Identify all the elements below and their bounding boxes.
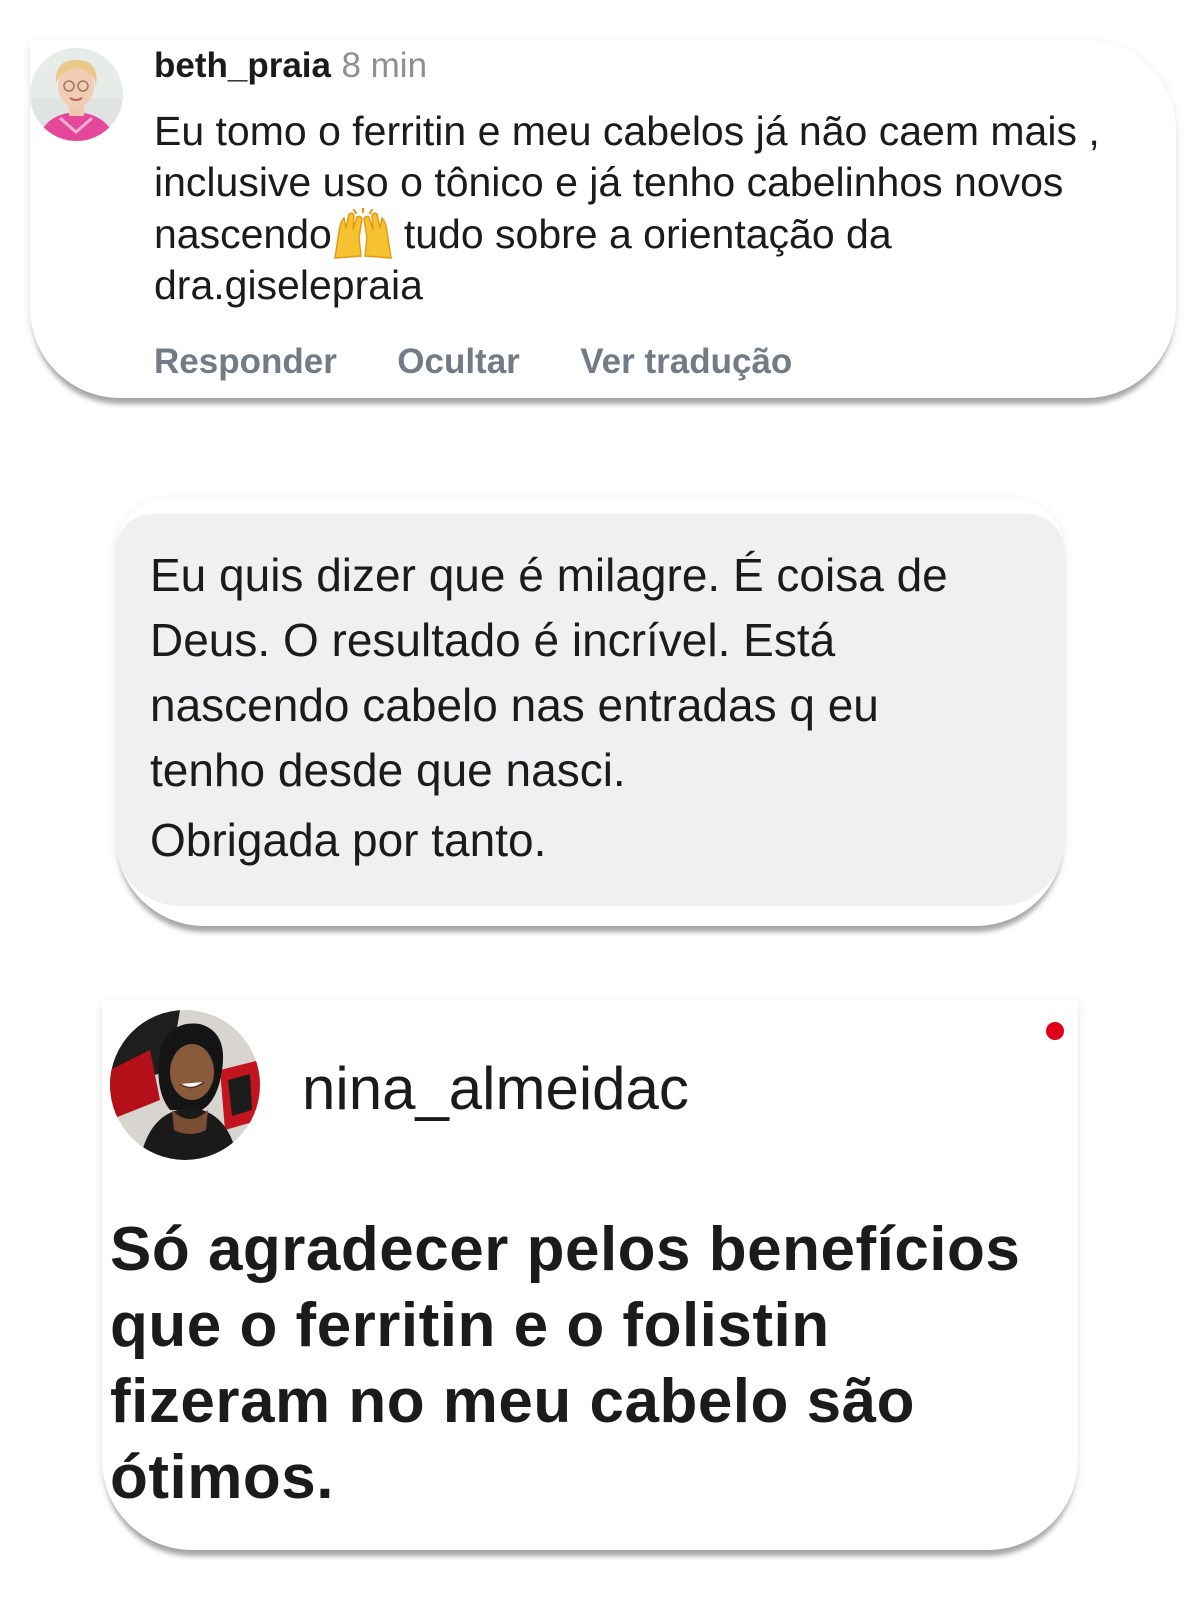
comment-actions: Responder Ocultar Ver tradução — [154, 342, 848, 382]
comment-card-nina-almeidac: nina_almeidac Só agradecer pelos benefíc… — [102, 1000, 1078, 1550]
reply-button[interactable]: Responder — [154, 342, 337, 382]
message-line: nascendo cabelo nas entradas q eu — [150, 679, 879, 731]
comment-line: que o ferritin e o folistin — [110, 1291, 830, 1360]
message-line: Obrigada por tanto. — [150, 814, 547, 866]
avatar[interactable] — [30, 48, 123, 141]
message-bubble: Eu quis dizer que é milagre. É coisa de … — [116, 514, 1064, 906]
username[interactable]: nina_almeidac — [302, 1054, 689, 1123]
avatar-photo-icon — [30, 48, 123, 141]
comment-line: ótimos. — [110, 1443, 334, 1512]
comment-line: fizeram no meu cabelo são — [110, 1367, 915, 1436]
message-line: Deus. O resultado é incrível. Está — [150, 614, 836, 666]
raising-hands-icon — [332, 207, 394, 260]
avatar-photo-icon — [110, 1010, 260, 1160]
message-line: Eu quis dizer que é milagre. É coisa de — [150, 549, 948, 601]
timestamp: 8 min — [341, 46, 428, 85]
message-card: Eu quis dizer que é milagre. É coisa de … — [116, 498, 1064, 926]
username[interactable]: beth_praia — [154, 46, 331, 85]
avatar[interactable] — [110, 1010, 260, 1160]
comment-header: beth_praia 8 min — [154, 46, 427, 86]
comment-line: Só agradecer pelos benefícios — [110, 1215, 1021, 1284]
message-line: tenho desde que nasci. — [150, 744, 626, 796]
see-translation-button[interactable]: Ver tradução — [580, 342, 792, 382]
notification-dot-icon — [1046, 1022, 1064, 1040]
comment-text: Eu tomo o ferritin e meu cabelos já não … — [154, 106, 1139, 311]
comment-card-beth-praia: beth_praia 8 min Eu tomo o ferritin e me… — [30, 40, 1176, 398]
hide-button[interactable]: Ocultar — [397, 342, 520, 382]
